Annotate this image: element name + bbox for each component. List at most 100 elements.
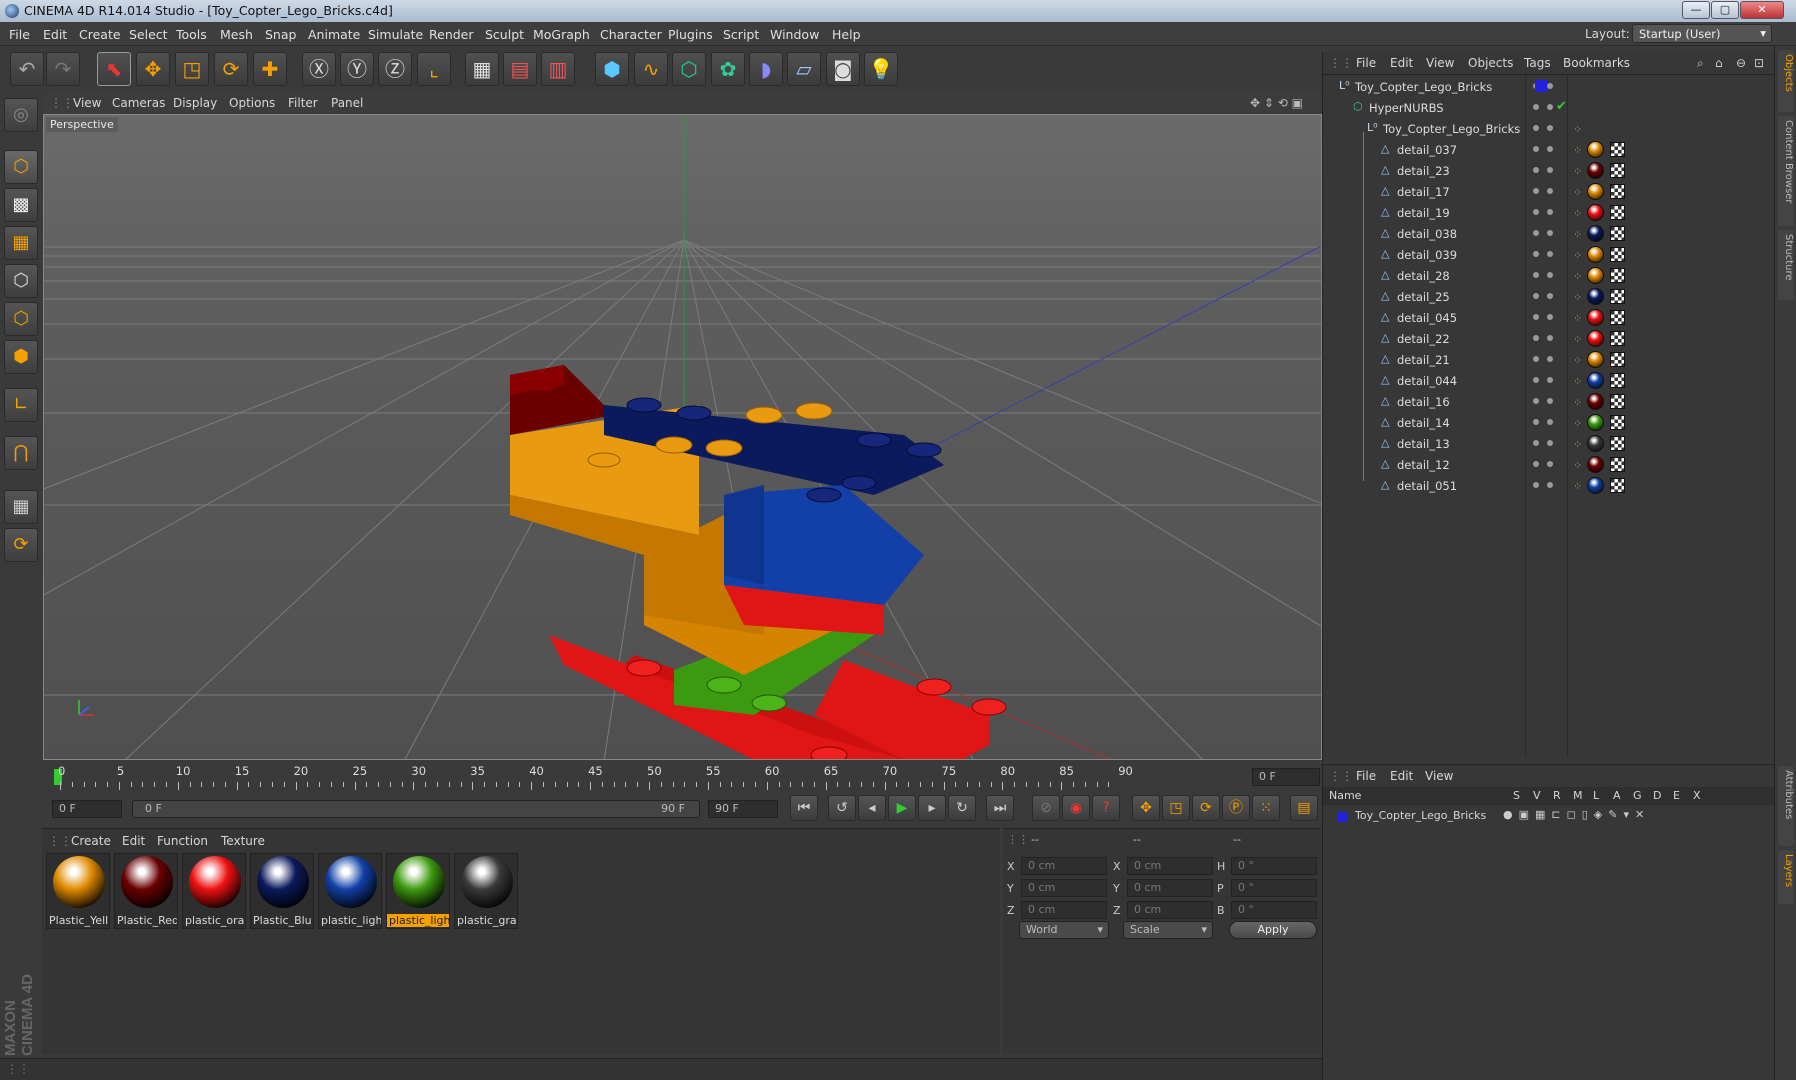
z-axis-icon[interactable]: Ⓩ — [378, 52, 412, 86]
scale-icon[interactable]: ◳ — [175, 52, 209, 86]
phong-tag-icon[interactable]: ⁘ — [1573, 249, 1582, 262]
phong-tag-icon[interactable]: ⁘ — [1573, 291, 1582, 304]
material-swatch[interactable]: plastic_ora — [182, 853, 246, 929]
material-swatch[interactable]: Plastic_Blu — [250, 853, 314, 929]
phong-tag-icon[interactable]: ⁘ — [1573, 333, 1582, 346]
start-frame-field[interactable]: 0 F — [52, 800, 122, 818]
phong-tag-icon[interactable]: ⁘ — [1573, 270, 1582, 283]
record-active-icon[interactable]: ⊘ — [1032, 795, 1060, 821]
object-row[interactable]: △ detail_039 ⁘ — [1323, 244, 1775, 265]
layer-row[interactable]: Toy_Copter_Lego_Bricks ●▣▦⊏◻▯◈✎▾✕ — [1323, 807, 1775, 825]
phong-tag-icon[interactable]: ⁘ — [1573, 186, 1582, 199]
material-tag-icon[interactable] — [1587, 372, 1604, 389]
editor-visibility-dot[interactable] — [1533, 293, 1539, 299]
menu-help[interactable]: Help — [832, 27, 861, 42]
material-menu-edit[interactable]: Edit — [122, 834, 145, 848]
object-row[interactable]: △ detail_045 ⁘ — [1323, 307, 1775, 328]
previous-key-icon[interactable]: ↺ — [828, 795, 856, 821]
planar-workplane-icon[interactable]: ⟳ — [4, 528, 38, 562]
coord-value-field[interactable]: 0 ° — [1231, 879, 1317, 897]
material-tag-icon[interactable] — [1587, 162, 1604, 179]
phong-tag-icon[interactable]: ⁘ — [1573, 375, 1582, 388]
object-row[interactable]: △ detail_14 ⁘ — [1323, 412, 1775, 433]
menu-window[interactable]: Window — [770, 27, 819, 42]
editor-visibility-dot[interactable] — [1533, 230, 1539, 236]
phong-tag-icon[interactable]: ⁘ — [1573, 207, 1582, 220]
object-row[interactable]: △ detail_21 ⁘ — [1323, 349, 1775, 370]
render-visibility-dot[interactable] — [1547, 461, 1553, 467]
layout-select[interactable]: Startup (User) ▾ — [1632, 24, 1772, 43]
polygons-mode-icon[interactable]: ⬢ — [4, 340, 38, 374]
points-mode-icon[interactable]: ⬡ — [4, 264, 38, 298]
texture-tag-icon[interactable] — [1610, 436, 1625, 451]
coord-space-select[interactable]: World ▾ — [1019, 921, 1109, 939]
editor-visibility-dot[interactable] — [1533, 209, 1539, 215]
keyframe-selection-icon[interactable]: ? — [1092, 795, 1120, 821]
render-visibility-dot[interactable] — [1547, 314, 1553, 320]
layer-col-header[interactable]: X — [1693, 789, 1701, 802]
material-menu-create[interactable]: Create — [71, 834, 111, 848]
render-visibility-dot[interactable] — [1547, 230, 1553, 236]
coord-value-field[interactable]: 0 cm — [1021, 857, 1107, 875]
editor-visibility-dot[interactable] — [1533, 356, 1539, 362]
render-visibility-dot[interactable] — [1547, 146, 1553, 152]
menu-script[interactable]: Script — [723, 27, 759, 42]
material-swatch[interactable]: Plastic_Red — [114, 853, 178, 929]
material-tag-icon[interactable] — [1587, 309, 1604, 326]
object-row[interactable]: △ detail_17 ⁘ — [1323, 181, 1775, 202]
workplane-icon[interactable]: ▦ — [4, 226, 38, 260]
texture-tag-icon[interactable] — [1610, 226, 1625, 241]
phong-tag-icon[interactable]: ⁘ — [1573, 144, 1582, 157]
texture-tag-icon[interactable] — [1610, 394, 1625, 409]
editor-visibility-dot[interactable] — [1533, 398, 1539, 404]
locked-workplane-icon[interactable]: ▦ — [4, 490, 38, 524]
material-menu-function[interactable]: Function — [157, 834, 208, 848]
tab-structure[interactable]: Structure — [1778, 230, 1794, 300]
floor-icon[interactable]: ▱ — [787, 52, 821, 86]
array-icon[interactable]: ✿ — [711, 52, 745, 86]
render-visibility-dot[interactable] — [1547, 356, 1553, 362]
texture-tag-icon[interactable] — [1610, 205, 1625, 220]
object-menu-edit[interactable]: Edit — [1390, 56, 1413, 70]
texture-tag-icon[interactable] — [1610, 478, 1625, 493]
material-menu-texture[interactable]: Texture — [221, 834, 265, 848]
editor-visibility-dot[interactable] — [1533, 314, 1539, 320]
render-visibility-dot[interactable] — [1547, 398, 1553, 404]
menu-render[interactable]: Render — [429, 27, 474, 42]
material-swatch[interactable]: plastic_ligh — [318, 853, 382, 929]
coord-mode-select[interactable]: Scale ▾ — [1123, 921, 1213, 939]
editor-visibility-dot[interactable] — [1533, 272, 1539, 278]
layer-menu-edit[interactable]: Edit — [1390, 769, 1413, 783]
editor-visibility-dot[interactable] — [1533, 251, 1539, 257]
apply-button[interactable]: Apply — [1229, 921, 1317, 939]
texture-tag-icon[interactable] — [1610, 142, 1625, 157]
menu-create[interactable]: Create — [79, 27, 121, 42]
end-frame-field[interactable]: 90 F — [708, 800, 778, 818]
search-icon[interactable]: ⌕ — [1697, 56, 1704, 71]
texture-tag-icon[interactable] — [1610, 289, 1625, 304]
play-icon[interactable]: ▶ — [888, 795, 916, 821]
viewport-menu-panel[interactable]: Panel — [331, 96, 363, 110]
texture-tag-icon[interactable] — [1610, 373, 1625, 388]
menu-mesh[interactable]: Mesh — [220, 27, 253, 42]
layer-col-header[interactable]: E — [1673, 789, 1680, 802]
autokey-icon[interactable]: ◉ — [1062, 795, 1090, 821]
rotate-icon[interactable]: ⟳ — [214, 52, 248, 86]
editor-visibility-dot[interactable] — [1533, 104, 1539, 110]
texture-tag-icon[interactable] — [1610, 268, 1625, 283]
collapse-icon[interactable]: ⊖ — [1736, 56, 1746, 70]
menu-sculpt[interactable]: Sculpt — [485, 27, 524, 42]
object-row[interactable]: ⬡ HyperNURBS ✔ — [1323, 97, 1775, 118]
editor-visibility-dot[interactable] — [1533, 188, 1539, 194]
tab-objects[interactable]: Objects — [1778, 50, 1794, 112]
coord-value-field[interactable]: 0 cm — [1021, 901, 1107, 919]
move-icon[interactable]: ✥ — [136, 52, 170, 86]
cube-icon[interactable]: ⬢ — [595, 52, 629, 86]
deformer-icon[interactable]: ◗ — [749, 52, 783, 86]
material-tag-icon[interactable] — [1587, 330, 1604, 347]
texture-tag-icon[interactable] — [1610, 163, 1625, 178]
coord-value-field[interactable]: 0 cm — [1127, 857, 1213, 875]
phong-tag-icon[interactable]: ⁘ — [1573, 396, 1582, 409]
viewport-menu-options[interactable]: Options — [229, 96, 275, 110]
viewport-menu-display[interactable]: Display — [173, 96, 217, 110]
